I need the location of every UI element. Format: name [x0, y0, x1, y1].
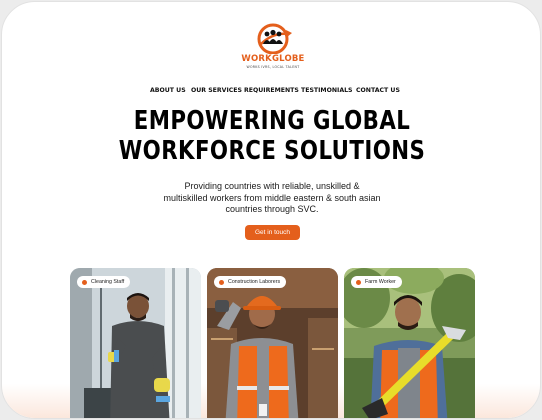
category-tag: Farm Worker: [351, 276, 402, 288]
brand-logo[interactable]: WORKGLOBE WORKS IVRS, LOCAL TALENT: [241, 20, 305, 76]
nav-testimonials[interactable]: TESTIMONIALS: [301, 87, 353, 94]
nav-contact-us[interactable]: CONTACT US: [356, 87, 400, 94]
hero-title-line-2: WORKFORCE SOLUTIONS: [118, 136, 426, 166]
card-label: Cleaning Staff: [91, 279, 125, 285]
brand-tagline: WORKS IVRS, LOCAL TALENT: [246, 65, 300, 69]
tag-dot-icon: [219, 279, 224, 285]
hero-title: EMPOWERING GLOBAL WORKFORCE SOLUTIONS: [2, 106, 540, 166]
nav-about-us[interactable]: ABOUT US: [150, 87, 186, 94]
service-card-cleaning[interactable]: Cleaning Staff: [70, 268, 201, 418]
hero-description-line-3: countries through SVC.: [225, 204, 319, 214]
service-card-construction[interactable]: Construction Laborers: [207, 268, 338, 418]
nav-requirements[interactable]: REQUIREMENTS: [244, 87, 299, 94]
nav-our-services[interactable]: OUR SERVICES: [191, 87, 242, 94]
hero-description-line-2: multiskilled workers from middle eastern…: [163, 192, 381, 203]
category-tag: Cleaning Staff: [77, 276, 131, 288]
hero-description: Providing countries with reliable, unski…: [142, 181, 402, 216]
category-tag: Construction Laborers: [214, 276, 287, 288]
card-label: Construction Laborers: [228, 279, 281, 285]
hero-description-line-1: Providing countries with reliable, unski…: [184, 181, 360, 191]
globe-logo-icon: [257, 23, 292, 54]
page-frame: WORKGLOBE WORKS IVRS, LOCAL TALENT ABOUT…: [1, 1, 541, 419]
get-in-touch-button[interactable]: Get in touch: [245, 225, 300, 240]
farm-worker-photo: [344, 268, 475, 418]
hero-title-line-1: EMPOWERING GLOBAL: [133, 106, 411, 136]
tag-dot-icon: [356, 279, 361, 285]
construction-worker-photo: [207, 268, 338, 418]
card-label: Farm Worker: [365, 279, 396, 285]
cleaning-worker-photo: [70, 268, 201, 418]
main-nav: ABOUT US OUR SERVICES REQUIREMENTS TESTI…: [2, 87, 540, 99]
service-card-farm[interactable]: Farm Worker: [344, 268, 475, 418]
tag-dot-icon: [82, 279, 87, 285]
brand-name: WORKGLOBE: [241, 54, 305, 64]
